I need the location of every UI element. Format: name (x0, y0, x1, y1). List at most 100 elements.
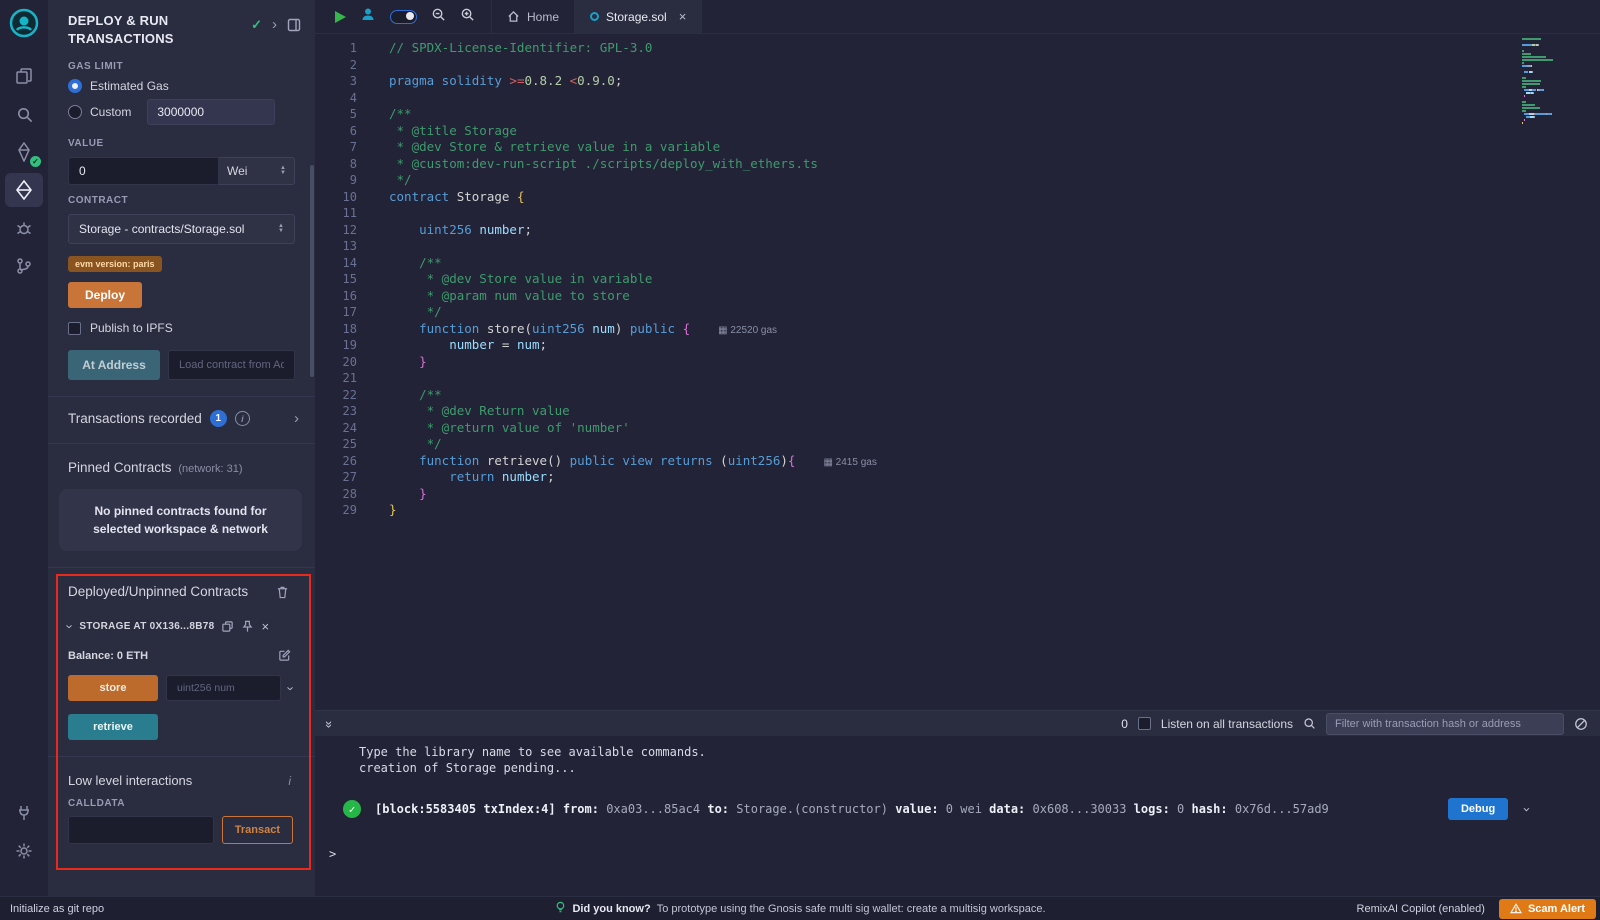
copy-address-icon[interactable] (221, 620, 234, 633)
debug-button[interactable]: Debug (1448, 798, 1508, 820)
transaction-filter-input[interactable] (1326, 713, 1564, 735)
panel-chevron-icon[interactable]: › (272, 16, 277, 33)
transactions-recorded-label: Transactions recorded (68, 411, 202, 426)
tip-title: Did you know? (572, 903, 650, 915)
compile-success-badge: ✓ (30, 156, 41, 167)
deployed-contracts-title: Deployed/Unpinned Contracts (68, 584, 248, 599)
status-bar: Initialize as git repo Did you know? To … (0, 896, 1600, 920)
estimated-gas-label: Estimated Gas (90, 79, 169, 93)
terminal-line: Type the library name to see available c… (315, 744, 1600, 760)
deployed-contract-header: STORAGE AT 0X136...8B78 (79, 621, 214, 632)
zoom-in-icon[interactable] (460, 7, 475, 27)
solidity-file-icon (590, 12, 599, 21)
expand-args-chevron-icon[interactable]: › (283, 686, 298, 690)
close-tab-icon[interactable]: × (679, 9, 687, 24)
custom-gas-radio[interactable] (68, 105, 82, 119)
terminal-prompt: > (315, 847, 1600, 861)
deploy-run-panel: DEPLOY & RUN TRANSACTIONS ✓ › GAS LIMIT … (48, 0, 315, 896)
terminal-line: creation of Storage pending... (315, 760, 1600, 776)
tab-home[interactable]: Home (492, 0, 575, 33)
terminal-toolbar: » 0 Listen on all transactions (315, 710, 1600, 736)
transaction-log-row[interactable]: ✓ [block:5583405 txIndex:4] from: 0xa03.… (315, 793, 1600, 825)
run-script-play-icon[interactable] (335, 11, 346, 23)
tip-text: To prototype using the Gnosis safe multi… (657, 903, 1046, 915)
panel-check-icon: ✓ (251, 17, 262, 33)
lightbulb-icon (554, 901, 566, 917)
pin-contract-icon[interactable] (241, 620, 254, 633)
custom-gas-input[interactable] (147, 99, 275, 125)
info-icon[interactable]: i (235, 411, 250, 426)
zoom-out-icon[interactable] (431, 7, 446, 27)
file-explorer-icon[interactable] (5, 59, 43, 93)
listen-all-transactions-label: Listen on all transactions (1161, 717, 1293, 731)
evm-version-badge: evm version: paris (68, 256, 162, 272)
gutter: 1234567891011121314151617181920212223242… (315, 40, 373, 519)
deploy-and-run-icon[interactable] (5, 173, 43, 207)
debugger-icon[interactable] (5, 211, 43, 245)
store-function-button[interactable]: store (68, 675, 158, 701)
value-input[interactable] (68, 157, 219, 185)
select-arrows-icon: ▲▼ (280, 166, 286, 176)
at-address-button[interactable]: At Address (68, 350, 160, 380)
value-unit-select[interactable]: Wei ▲▼ (219, 157, 295, 185)
editor-toolbar: Home Storage.sol × (315, 0, 1600, 34)
minimap[interactable] (1522, 38, 1588, 125)
git-init-status[interactable]: Initialize as git repo (0, 903, 104, 915)
solidity-compiler-icon[interactable]: ✓ (5, 135, 43, 169)
custom-gas-label: Custom (90, 105, 131, 119)
tx-success-check-icon: ✓ (343, 800, 361, 818)
edit-balance-icon[interactable] (278, 649, 291, 662)
pin-panel-icon[interactable] (287, 18, 301, 32)
plugin-manager-icon[interactable] (5, 796, 43, 830)
contract-expand-chevron-icon[interactable]: › (63, 624, 78, 628)
remix-logo-icon[interactable] (9, 8, 39, 43)
calldata-input[interactable] (68, 816, 214, 844)
copilot-status[interactable]: RemixAI Copilot (enabled) (1357, 903, 1485, 915)
settings-gear-icon[interactable] (5, 834, 43, 868)
search-icon[interactable] (5, 97, 43, 131)
remove-contract-icon[interactable]: × (261, 622, 269, 632)
tab-storage-sol[interactable]: Storage.sol × (575, 0, 702, 33)
remix-ide-window: ✓ DEPLOY & RUN TRANSACTIONS ✓ › (0, 0, 1600, 920)
low-level-info-icon[interactable]: i (288, 774, 291, 788)
clear-console-icon[interactable] (1574, 717, 1588, 731)
pinned-empty-message: No pinned contracts found for selected w… (59, 489, 302, 551)
assistant-user-icon[interactable] (360, 6, 376, 27)
publish-ipfs-label: Publish to IPFS (90, 321, 173, 335)
gas-limit-label: GAS LIMIT (48, 51, 315, 76)
terminal[interactable]: Type the library name to see available c… (315, 736, 1600, 896)
terminal-tx-count: 0 (1121, 717, 1128, 731)
store-arg-input[interactable] (166, 675, 281, 701)
deployed-contracts-section: Deployed/Unpinned Contracts › STORAGE AT… (48, 568, 315, 870)
terminal-search-icon (1303, 717, 1316, 730)
main-area: Home Storage.sol × 123456789101112131415… (315, 0, 1600, 896)
scam-alert-badge[interactable]: Scam Alert (1499, 899, 1596, 919)
value-label: VALUE (48, 128, 315, 153)
retrieve-function-button[interactable]: retrieve (68, 714, 158, 740)
contract-balance: Balance: 0 ETH (68, 650, 148, 662)
warning-triangle-icon (1510, 903, 1522, 914)
tx-log-text: [block:5583405 txIndex:4] from: 0xa03...… (375, 801, 1434, 817)
at-address-input[interactable] (168, 350, 295, 380)
tx-expand-chevron-icon[interactable]: › (1519, 805, 1534, 813)
transact-button[interactable]: Transact (222, 816, 293, 844)
icon-sidebar: ✓ (0, 0, 48, 896)
select-arrows-icon: ▲▼ (278, 224, 284, 234)
home-icon (507, 10, 520, 23)
pinned-contracts-title: Pinned Contracts (68, 460, 172, 475)
git-icon[interactable] (5, 249, 43, 283)
deploy-button[interactable]: Deploy (68, 282, 142, 308)
estimated-gas-radio[interactable] (68, 79, 82, 93)
trash-icon[interactable] (276, 585, 289, 599)
expand-terminal-chevrons-icon[interactable]: » (322, 721, 337, 726)
listen-all-transactions-checkbox[interactable] (1138, 717, 1151, 730)
panel-scrollbar[interactable] (310, 165, 314, 377)
publish-ipfs-checkbox[interactable] (68, 322, 81, 335)
copilot-toggle[interactable] (390, 10, 417, 24)
low-level-interactions-label: Low level interactions (68, 773, 192, 788)
transactions-expand-chevron-icon[interactable]: › (294, 410, 299, 427)
panel-title: DEPLOY & RUN TRANSACTIONS (68, 12, 220, 47)
contract-label: CONTRACT (48, 185, 315, 210)
code-editor[interactable]: 1234567891011121314151617181920212223242… (315, 34, 1600, 710)
contract-select[interactable]: Storage - contracts/Storage.sol ▲▼ (68, 214, 295, 244)
